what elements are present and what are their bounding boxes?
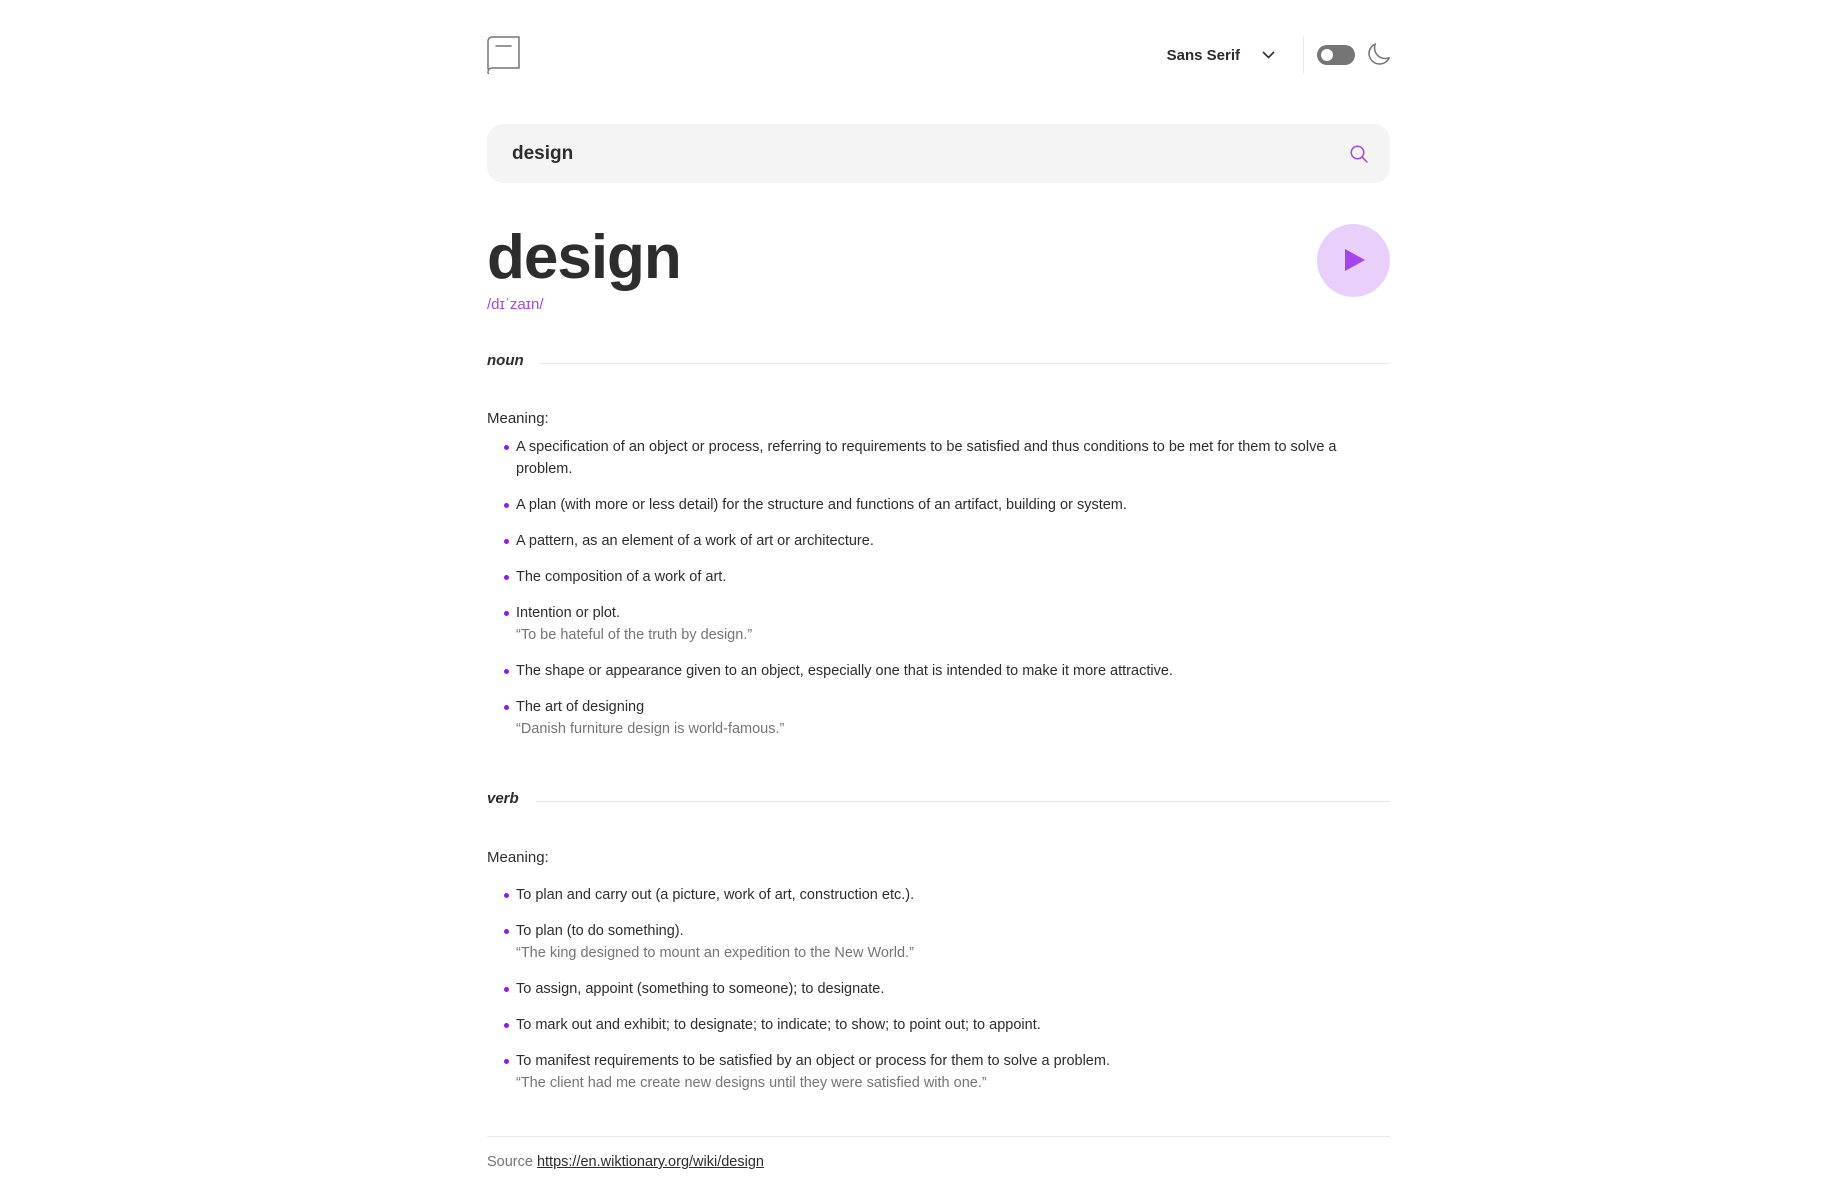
definition-item: To assign, appoint (something to someone…	[487, 978, 1390, 1000]
bullet	[504, 1059, 509, 1064]
source-label: Source	[487, 1154, 533, 1170]
noun-definitions: A specification of an object or process,…	[487, 436, 1390, 754]
definition-text: Intention or plot.	[516, 605, 620, 621]
verb-definitions: To plan and carry out (a picture, work o…	[487, 884, 1390, 1108]
theme-toggle[interactable]	[1317, 45, 1355, 65]
bullet	[504, 669, 509, 674]
definition-item: A specification of an object or process,…	[487, 436, 1390, 480]
definition-text: A pattern, as an element of a work of ar…	[516, 533, 874, 549]
definition-text: To manifest requirements to be satisfied…	[516, 1053, 1110, 1069]
definition-text: To plan and carry out (a picture, work o…	[516, 887, 915, 903]
search-icon[interactable]	[1350, 145, 1368, 163]
definition-example: “To be hateful of the truth by design.”	[516, 627, 753, 643]
definition-text: To assign, appoint (something to someone…	[516, 981, 885, 997]
search-bar	[487, 124, 1390, 183]
word-title: design	[487, 223, 682, 292]
font-select-label: Sans Serif	[1166, 46, 1240, 64]
definition-item: The composition of a work of art.	[487, 566, 1390, 588]
definition-item: A plan (with more or less detail) for th…	[487, 494, 1390, 516]
bullet	[504, 705, 509, 710]
definition-example: “Danish furniture design is world-famous…	[516, 721, 785, 737]
definition-item: The shape or appearance given to an obje…	[487, 660, 1390, 682]
definition-item: To plan and carry out (a picture, work o…	[487, 884, 1390, 906]
header-divider	[1303, 36, 1304, 74]
definition-text: The art of designing	[516, 699, 645, 715]
meaning-title: Meaning:	[487, 410, 549, 427]
chevron-down-icon	[1262, 51, 1275, 59]
bullet	[504, 893, 509, 898]
phonetic-text: /dɪˈzaɪn/	[487, 296, 544, 313]
definition-text: To mark out and exhibit; to designate; t…	[516, 1017, 1041, 1033]
book-icon[interactable]	[487, 36, 521, 74]
play-icon	[1345, 249, 1365, 271]
header: Sans Serif	[487, 36, 1390, 74]
definition-item: Intention or plot. “To be hateful of the …	[487, 602, 1390, 646]
definition-item: To mark out and exhibit; to designate; t…	[487, 1014, 1390, 1036]
bullet	[504, 503, 509, 508]
bullet	[504, 445, 509, 450]
definition-item: To plan (to do something). “The king desi…	[487, 920, 1390, 964]
definition-item: To manifest requirements to be satisfied…	[487, 1050, 1390, 1094]
pos-divider	[537, 801, 1390, 802]
play-audio-button[interactable]	[1317, 224, 1390, 297]
pos-label: verb	[487, 790, 519, 807]
source-line: Source https://en.wiktionary.org/wiki/des…	[487, 1154, 764, 1170]
definition-item: A pattern, as an element of a work of ar…	[487, 530, 1390, 552]
font-family-select[interactable]: Sans Serif	[1167, 45, 1275, 65]
bullet	[504, 539, 509, 544]
bullet	[504, 611, 509, 616]
definition-text: To plan (to do something).	[516, 923, 684, 939]
bullet	[504, 575, 509, 580]
definition-text: A plan (with more or less detail) for th…	[516, 497, 1127, 513]
pos-heading-verb: verb	[487, 790, 1390, 814]
meaning-title: Meaning:	[487, 849, 549, 866]
definition-example: “The client had me create new designs un…	[516, 1075, 987, 1091]
bullet	[504, 929, 509, 934]
pos-divider	[540, 363, 1390, 364]
source-link[interactable]: https://en.wiktionary.org/wiki/design	[537, 1154, 764, 1170]
search-input[interactable]	[512, 124, 1332, 183]
pos-label: noun	[487, 352, 524, 369]
definition-example: “The king designed to mount an expeditio…	[516, 945, 914, 961]
bullet	[504, 987, 509, 992]
definition-text: The composition of a work of art.	[516, 569, 727, 585]
definition-text: A specification of an object or process,…	[516, 439, 1337, 477]
definition-item: The art of designing “Danish furniture de…	[487, 696, 1390, 740]
pos-heading-noun: noun	[487, 352, 1390, 376]
bullet	[504, 1023, 509, 1028]
footer-divider	[487, 1136, 1390, 1137]
moon-icon[interactable]	[1368, 43, 1390, 65]
toggle-knob	[1321, 49, 1333, 61]
definition-text: The shape or appearance given to an obje…	[516, 663, 1173, 679]
